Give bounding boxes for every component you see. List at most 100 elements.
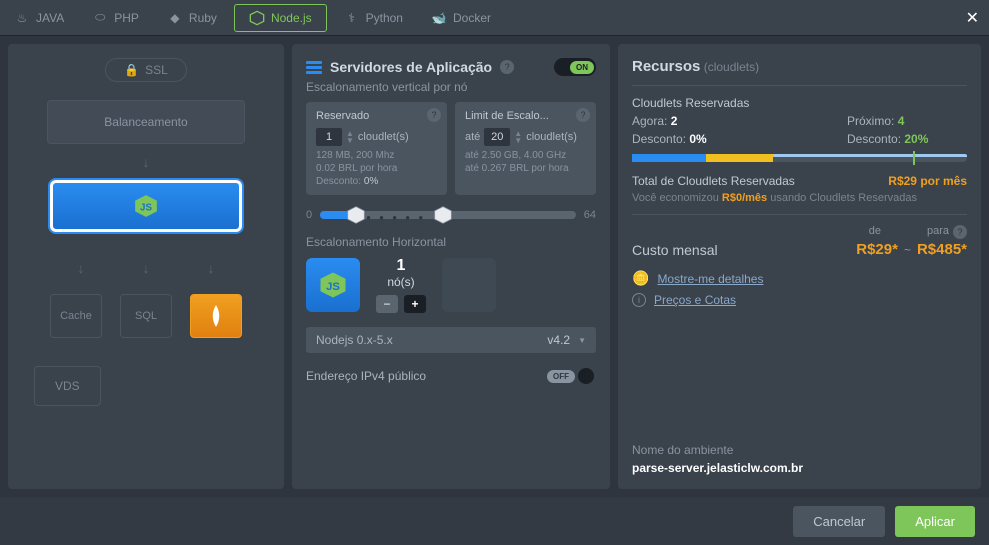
java-icon: ♨ (14, 10, 30, 26)
app-server-node[interactable]: JS (50, 180, 242, 232)
reserved-cloudlets-label: Cloudlets Reservadas (632, 96, 967, 110)
node-count: 1 (376, 257, 426, 275)
nodejs-logo-icon: JS (133, 193, 159, 219)
ipv4-label: Endereço IPv4 público (306, 369, 426, 383)
arrow-down-icon: ↓ (143, 260, 150, 276)
spec-line: 128 MB, 200 Mhz (316, 150, 437, 161)
topology-column: 🔒SSL Balanceamento ↓ JS ↓ ↓ ↓ Cache SQL … (8, 44, 284, 489)
price-line: 0.02 BRL por hora (316, 163, 437, 174)
env-value: parse-server.jelasticlw.com.br (632, 461, 803, 475)
arrow-down-icon: ↓ (208, 260, 215, 276)
tab-label: Ruby (189, 11, 217, 25)
vds-button[interactable]: VDS (34, 366, 101, 406)
php-icon: ⬭ (92, 10, 108, 26)
slider-min: 0 (306, 209, 312, 221)
help-icon[interactable]: ? (427, 108, 441, 122)
tab-docker[interactable]: 🐋Docker (417, 0, 505, 36)
spinner-icon[interactable]: ▲▼ (514, 130, 522, 144)
coin-icon: 🪙 (632, 270, 649, 287)
footer: Cancelar Aplicar (0, 497, 989, 545)
prefix-label: até (465, 131, 480, 143)
help-icon[interactable]: ? (953, 225, 967, 239)
total-reserved-value: R$29 por mês (888, 174, 967, 188)
runtime-select[interactable]: Nodejs 0.x-5.x v4.2 ▼ (306, 327, 596, 353)
slider-handle-reserved[interactable] (346, 205, 366, 225)
disc-next-label: Desconto: (847, 132, 901, 146)
savings-amount: R$0/mês (722, 192, 767, 204)
price-line: até 0.267 BRL por hora (465, 163, 586, 174)
scaling-column: Servidores de Aplicação ? ON Escalonamen… (292, 44, 610, 489)
resources-subtitle: (cloudlets) (704, 60, 759, 74)
arrow-down-icon: ↓ (143, 154, 150, 170)
discount-bar (632, 154, 967, 162)
reserved-input[interactable]: 1 (316, 128, 342, 146)
ruby-icon: ◆ (167, 10, 183, 26)
balance-label: Balanceamento (104, 115, 187, 129)
app-servers-toggle[interactable]: ON (554, 58, 596, 76)
svg-text:JS: JS (140, 202, 152, 213)
disc-now-label: Desconto: (632, 132, 686, 146)
slider-handle-limit[interactable] (433, 205, 453, 225)
language-tabs: ♨ JAVA ⬭PHP ◆ Ruby Node.js ⚕Python 🐋Docker… (0, 0, 989, 36)
from-label: de (831, 225, 881, 239)
to-label: para (899, 225, 949, 239)
now-label: Agora: (632, 114, 667, 128)
spinner-icon[interactable]: ▲▼ (346, 130, 354, 144)
help-icon[interactable]: ? (500, 60, 514, 74)
nodejs-logo-icon: JS (318, 270, 348, 300)
tab-label: Python (366, 11, 403, 25)
lock-icon: 🔒 (124, 63, 139, 77)
svg-text:JS: JS (326, 281, 340, 293)
env-label: Nome do ambiente (632, 443, 803, 457)
node-unit: nó(s) (376, 275, 426, 289)
balance-button[interactable]: Balanceamento (47, 100, 244, 144)
runtime-name: Nodejs 0.x-5.x (316, 333, 393, 347)
decrease-nodes-button[interactable]: − (376, 295, 398, 313)
tab-ruby[interactable]: ◆ Ruby (153, 0, 231, 36)
disc-next-value: 20% (904, 132, 928, 146)
slider-max: 64 (584, 209, 596, 221)
monthly-cost-label: Custo mensal (632, 242, 856, 258)
savings-suffix: usando Cloudlets Reservadas (767, 192, 917, 204)
horiz-scaling-label: Escalonamento Horizontal (306, 235, 596, 249)
tab-php[interactable]: ⬭PHP (78, 0, 153, 36)
cost-to: R$485* (917, 241, 967, 258)
tab-label: JAVA (36, 11, 64, 25)
show-details-link[interactable]: Mostre-me detalhes (657, 272, 763, 286)
tab-python[interactable]: ⚕Python (330, 0, 417, 36)
limit-card: ? Limit de Escalo... até 20 ▲▼ cloudlet(… (455, 102, 596, 195)
ssl-button[interactable]: 🔒 SSL (105, 58, 187, 82)
toggle-label: OFF (547, 370, 575, 383)
node-ghost (442, 258, 496, 312)
limit-input[interactable]: 20 (484, 128, 510, 146)
sql-label: SQL (135, 310, 157, 322)
card-title: Reservado (316, 110, 437, 122)
node-instance[interactable]: JS (306, 258, 360, 312)
tab-label: Docker (453, 11, 491, 25)
help-icon[interactable]: ? (576, 108, 590, 122)
tab-node[interactable]: Node.js (234, 4, 327, 32)
apply-button[interactable]: Aplicar (895, 506, 975, 537)
discount-label: Desconto: (316, 176, 361, 187)
nosql-button[interactable] (190, 294, 242, 338)
card-title: Limit de Escalo... (465, 110, 586, 122)
cloudlet-slider[interactable]: ● ● ● ● ● (320, 211, 576, 219)
tab-java[interactable]: ♨ JAVA (0, 0, 78, 36)
prices-link[interactable]: Preços e Cotas (654, 293, 736, 307)
info-icon: i (632, 293, 646, 307)
ipv4-toggle[interactable]: OFF (545, 367, 596, 385)
arrow-down-icon: ↓ (78, 260, 85, 276)
sql-button[interactable]: SQL (120, 294, 172, 338)
now-value: 2 (671, 114, 678, 128)
cancel-button[interactable]: Cancelar (793, 506, 885, 537)
next-label: Próximo: (847, 114, 894, 128)
cache-button[interactable]: Cache (50, 294, 102, 338)
unit-label: cloudlet(s) (358, 131, 409, 143)
resources-column: Recursos (cloudlets) Cloudlets Reservada… (618, 44, 981, 489)
toggle-label: ON (570, 61, 594, 74)
menu-icon[interactable] (306, 61, 322, 74)
close-button[interactable]: ✕ (966, 8, 979, 28)
ssl-label: SSL (145, 63, 168, 77)
increase-nodes-button[interactable]: + (404, 295, 426, 313)
reserved-card: ? Reservado 1 ▲▼ cloudlet(s) 128 MB, 200… (306, 102, 447, 195)
